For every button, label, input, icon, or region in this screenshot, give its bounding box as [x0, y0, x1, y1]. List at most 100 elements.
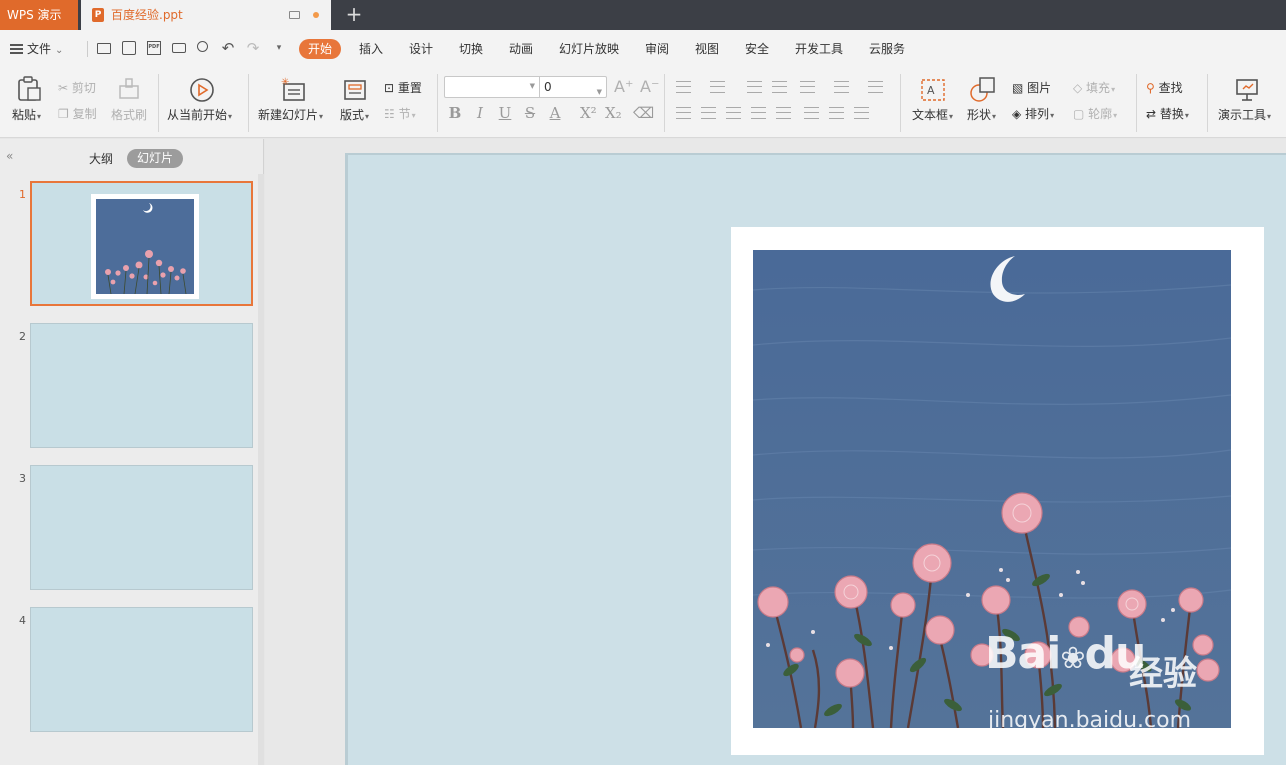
print-preview-icon[interactable] [197, 41, 208, 52]
ribbon-divider [664, 74, 665, 132]
text-align-vertical-icon[interactable] [868, 81, 883, 93]
app-tab[interactable]: WPS 演示 [0, 0, 78, 30]
shape-icon [970, 77, 995, 102]
customize-toolbar-icon[interactable]: ▾ [272, 41, 286, 55]
search-icon: ⚲ [1146, 81, 1159, 95]
slide-thumbnail-1[interactable] [30, 181, 253, 306]
presentation-tools-label: 演示工具 [1218, 108, 1267, 122]
save-icon[interactable] [122, 41, 136, 55]
align-right-icon[interactable] [726, 107, 741, 119]
toolbar-divider [87, 41, 88, 57]
align-left-icon[interactable] [676, 107, 691, 119]
slide-number: 2 [19, 330, 26, 343]
ribbon-divider [1136, 74, 1137, 132]
arrange-button[interactable]: ◈ 排列▾ [1012, 105, 1054, 122]
align-center-icon[interactable] [701, 107, 716, 119]
ribbon-divider [900, 74, 901, 132]
decrease-font-size-icon[interactable]: A⁻ [640, 77, 659, 96]
bullet-list-icon[interactable] [676, 81, 691, 93]
new-tab-button[interactable]: + [344, 4, 364, 26]
svg-text:✳: ✳ [281, 77, 289, 88]
menu-tab-security[interactable]: 安全 [745, 39, 769, 59]
picture-label: 图片 [1027, 81, 1052, 95]
redo-icon[interactable]: ↷ [246, 41, 260, 56]
slide-thumbnail-2[interactable] [30, 323, 253, 448]
tab-slides[interactable]: 幻灯片 [127, 149, 183, 168]
menu-tab-review[interactable]: 审阅 [645, 39, 669, 59]
menu-tab-slideshow[interactable]: 幻灯片放映 [559, 39, 619, 59]
distributed-align-icon[interactable] [776, 107, 791, 119]
superscript-icon[interactable]: X² [580, 104, 597, 122]
numbered-list-icon[interactable] [710, 81, 725, 93]
decrease-indent-icon[interactable] [747, 81, 762, 93]
paw-icon: ❀ [1060, 641, 1085, 676]
section-button[interactable]: ☷ 节▾ [384, 105, 416, 122]
menu-tab-cloud-service[interactable]: 云服务 [869, 39, 905, 59]
increase-indent-icon[interactable] [772, 81, 787, 93]
menu-tab-transition[interactable]: 切换 [459, 39, 483, 59]
subscript-icon[interactable]: X₂ [605, 104, 622, 122]
font-name-select[interactable]: ▼ [444, 76, 540, 98]
justify-icon[interactable] [751, 107, 766, 119]
menu-tab-view[interactable]: 视图 [695, 39, 719, 59]
columns-icon[interactable] [800, 81, 815, 93]
collapse-panel-icon[interactable]: « [6, 149, 13, 163]
picture-button[interactable]: ▧ 图片 [1012, 79, 1051, 96]
underline-icon[interactable]: U [497, 104, 513, 122]
text-direction-icon[interactable] [834, 81, 849, 93]
italic-icon[interactable]: I [472, 104, 488, 122]
find-button[interactable]: ⚲ 查找 [1146, 79, 1183, 96]
slide-thumbnail-4[interactable] [30, 607, 253, 732]
menu-tab-animation[interactable]: 动画 [509, 39, 533, 59]
tab-outline[interactable]: 大纲 [89, 150, 113, 167]
export-pdf-icon[interactable]: PDF [147, 41, 161, 55]
cut-button[interactable]: ✂ 剪切 [58, 79, 96, 96]
ribbon-divider [1207, 74, 1208, 132]
outline-button[interactable]: ▢ 轮廓▾ [1073, 105, 1117, 122]
ribbon-divider [158, 74, 159, 132]
slide-number: 3 [19, 472, 26, 485]
menu-tab-insert[interactable]: 插入 [359, 39, 383, 59]
font-size-select[interactable]: 0 ▼ [539, 76, 607, 98]
slide-thumbnail-3[interactable] [30, 465, 253, 590]
clipboard-icon [18, 76, 41, 101]
document-tab[interactable]: P 百度经验.ppt [81, 0, 331, 30]
paragraph-spacing-icon[interactable] [829, 107, 844, 119]
undo-icon[interactable]: ↶ [221, 41, 235, 56]
file-menu-button[interactable]: 文件 ⌄ [10, 39, 63, 59]
ribbon-divider [248, 74, 249, 132]
unsaved-dot-icon[interactable] [313, 12, 319, 18]
bold-icon[interactable]: B [447, 104, 463, 122]
eraser-icon[interactable]: ⌫ [633, 104, 654, 122]
reset-button[interactable]: ⊡ 重置 [384, 79, 422, 96]
strikethrough-icon[interactable]: S [522, 104, 538, 122]
document-name: 百度经验.ppt [111, 8, 183, 22]
menu-tab-home[interactable]: 开始 [299, 39, 342, 59]
fill-button[interactable]: ◇ 填充▾ [1073, 79, 1115, 96]
copy-button[interactable]: ❐ 复制 [58, 105, 97, 122]
format-painter-label: 格式刷 [111, 108, 148, 122]
section-label: 节 [398, 107, 411, 121]
line-spacing-icon[interactable] [804, 107, 819, 119]
replace-button[interactable]: ⇄ 替换▾ [1146, 105, 1189, 122]
picture-icon: ▧ [1012, 81, 1028, 95]
increase-font-size-icon[interactable]: A⁺ [614, 77, 633, 96]
fill-icon: ◇ [1073, 81, 1087, 95]
watermark-url: jingyan.baidu.com [988, 708, 1192, 733]
new-slide-icon: ✳ [281, 77, 305, 101]
replace-icon: ⇄ [1146, 107, 1160, 121]
monitor-icon[interactable] [289, 11, 300, 19]
slide-panel: « 大纲 幻灯片 1 2 3 4 [0, 139, 264, 765]
open-folder-icon[interactable] [97, 43, 111, 54]
cut-label: 剪切 [71, 81, 96, 95]
layout-label: 版式 [340, 108, 365, 122]
print-icon[interactable] [172, 43, 186, 53]
spacing-options-icon[interactable] [854, 107, 869, 119]
font-color-icon[interactable]: A [547, 104, 563, 122]
menu-tab-developer[interactable]: 开发工具 [795, 39, 843, 59]
panel-scrollbar[interactable] [258, 174, 264, 765]
watermark-suffix: 经验 [1129, 654, 1197, 694]
file-menu-label: 文件 [27, 42, 52, 56]
text-box-label: 文本框 [912, 108, 949, 122]
menu-tab-design[interactable]: 设计 [409, 39, 433, 59]
